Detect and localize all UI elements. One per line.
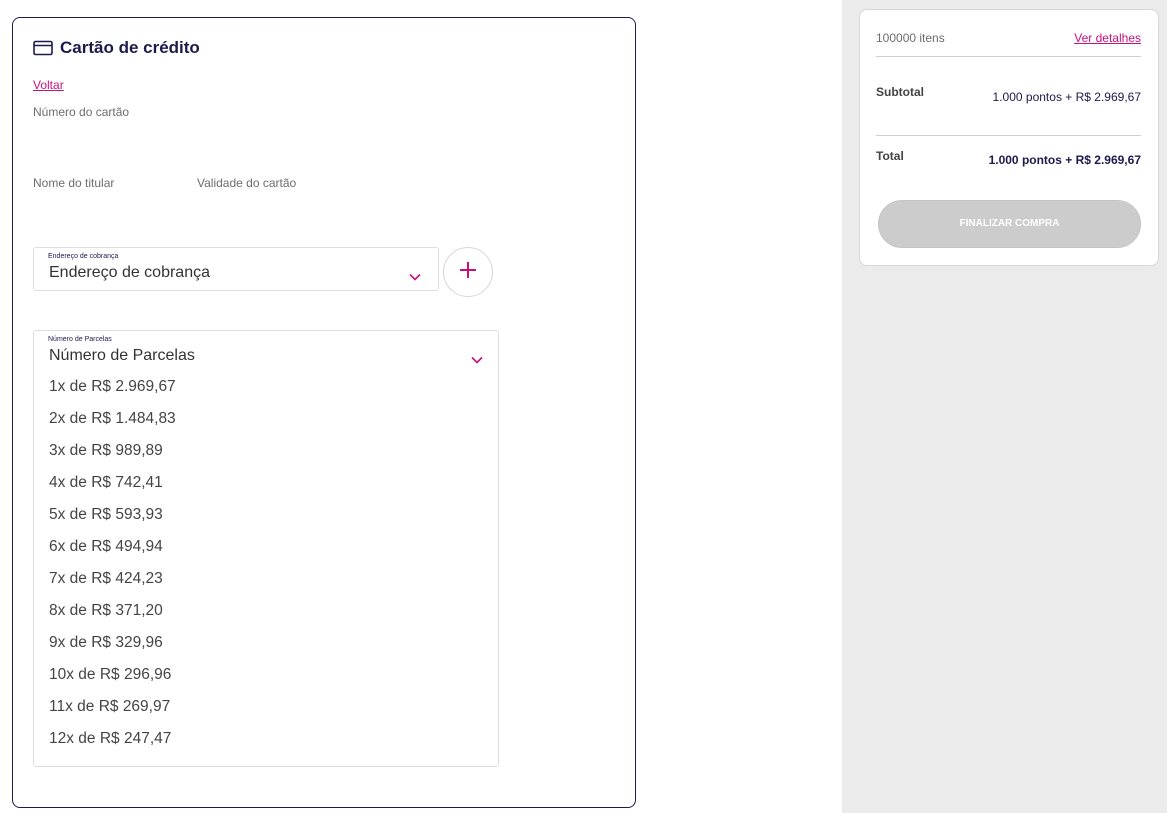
holder-name-label: Nome do titular	[33, 176, 115, 190]
installments-small-label: Número de Parcelas	[48, 336, 112, 343]
payment-card-panel: Cartão de crédito Voltar Número do cartã…	[12, 17, 636, 808]
total-value: 1.000 pontos + R$ 2.969,67	[988, 153, 1141, 167]
plus-icon	[459, 261, 477, 284]
billing-address-select[interactable]: Endereço de cobrança Endereço de cobranç…	[33, 247, 439, 291]
installment-option[interactable]: 2x de R$ 1.484,83	[49, 403, 176, 435]
installments-value: Número de Parcelas	[49, 347, 195, 364]
divider	[876, 56, 1141, 57]
back-link[interactable]: Voltar	[33, 78, 64, 92]
installment-option[interactable]: 10x de R$ 296,96	[49, 659, 176, 691]
credit-card-icon	[33, 40, 53, 56]
installment-option[interactable]: 7x de R$ 424,23	[49, 563, 176, 595]
installments-options-list: 1x de R$ 2.969,67 2x de R$ 1.484,83 3x d…	[49, 371, 176, 755]
installments-select[interactable]: Número de Parcelas Número de Parcelas 1x…	[33, 330, 499, 767]
installment-option[interactable]: 8x de R$ 371,20	[49, 595, 176, 627]
installment-option[interactable]: 9x de R$ 329,96	[49, 627, 176, 659]
order-summary-panel: 100000 itens Ver detalhes Subtotal 1.000…	[859, 9, 1159, 266]
subtotal-value: 1.000 pontos + R$ 2.969,67	[992, 90, 1141, 104]
finish-purchase-button[interactable]: FINALIZAR COMPRA	[878, 200, 1141, 248]
chevron-down-icon	[471, 351, 483, 364]
installment-option[interactable]: 1x de R$ 2.969,67	[49, 371, 176, 403]
installment-option[interactable]: 6x de R$ 494,94	[49, 531, 176, 563]
installment-option[interactable]: 12x de R$ 247,47	[49, 723, 176, 755]
payment-header: Cartão de crédito	[33, 38, 200, 58]
divider	[876, 135, 1141, 136]
installment-option[interactable]: 5x de R$ 593,93	[49, 499, 176, 531]
chevron-down-icon	[409, 268, 421, 281]
card-validity-label: Validade do cartão	[197, 176, 297, 190]
card-number-label: Número do cartão	[33, 105, 130, 119]
add-address-button[interactable]	[443, 247, 493, 297]
installment-option[interactable]: 11x de R$ 269,97	[49, 691, 176, 723]
total-label: Total	[876, 149, 904, 163]
subtotal-label: Subtotal	[876, 85, 924, 99]
view-details-link[interactable]: Ver detalhes	[1074, 31, 1141, 45]
items-count: 100000 itens	[876, 31, 945, 45]
installment-option[interactable]: 3x de R$ 989,89	[49, 435, 176, 467]
installment-option[interactable]: 4x de R$ 742,41	[49, 467, 176, 499]
billing-address-small-label: Endereço de cobrança	[48, 253, 119, 260]
billing-address-value: Endereço de cobrança	[49, 264, 210, 281]
payment-title: Cartão de crédito	[60, 38, 200, 57]
